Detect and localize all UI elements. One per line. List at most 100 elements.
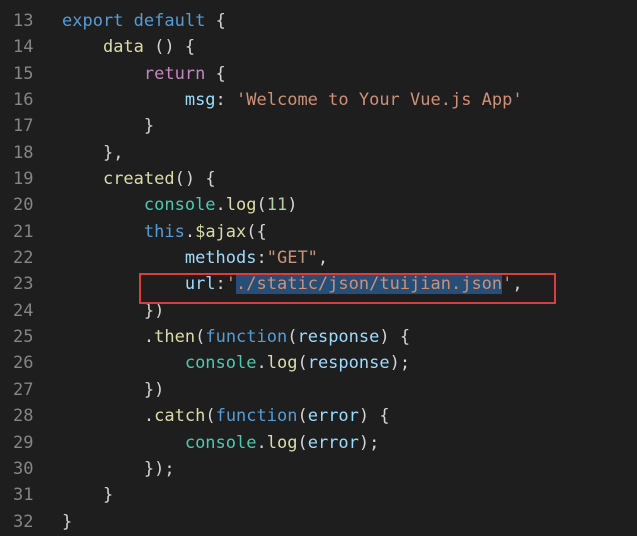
line-code: console.log(11) xyxy=(62,192,298,218)
line-code: url:'./static/json/tuijian.json', xyxy=(62,271,523,297)
code-token: : xyxy=(215,90,237,111)
code-token: , xyxy=(512,274,523,295)
code-token: ( xyxy=(287,327,298,348)
code-token: ) { xyxy=(379,327,411,348)
code-token: data xyxy=(102,37,144,58)
line-code: console.log(response); xyxy=(62,350,410,376)
code-line[interactable]: 18 }, xyxy=(0,140,637,166)
code-token: url xyxy=(184,274,216,295)
code-token: ' xyxy=(225,274,237,295)
code-token: created xyxy=(102,169,175,190)
code-token: () { xyxy=(174,169,216,190)
line-code: .catch(function(error) { xyxy=(62,403,390,429)
code-line[interactable]: 14 data () { xyxy=(0,34,637,60)
code-token: console xyxy=(143,195,216,216)
line-number: 22 xyxy=(13,248,34,269)
line-number: 21 xyxy=(13,221,34,242)
line-number: 27 xyxy=(13,379,34,400)
code-line[interactable]: 31 } xyxy=(0,482,637,508)
code-token: ( xyxy=(297,353,308,374)
code-line[interactable]: 32} xyxy=(0,509,637,535)
code-token: { xyxy=(205,11,226,31)
code-token: : xyxy=(256,248,267,269)
line-code: return { xyxy=(62,61,226,87)
code-token: log xyxy=(266,353,298,374)
line-number: 18 xyxy=(13,142,34,163)
line-code: export default { xyxy=(62,8,226,34)
code-line[interactable]: 28 .catch(function(error) { xyxy=(0,403,637,429)
code-line[interactable]: 30 }); xyxy=(0,456,637,482)
code-token: . xyxy=(143,327,155,348)
line-number: 19 xyxy=(13,169,34,190)
code-token: default xyxy=(133,11,206,31)
code-line[interactable]: 13 export default { xyxy=(0,8,637,34)
line-code: data () { xyxy=(62,34,195,60)
line-code: .then(function(response) { xyxy=(62,324,410,350)
line-code: }) xyxy=(62,377,164,403)
line-number: 23 xyxy=(13,274,34,295)
code-token: } xyxy=(102,485,114,506)
code-token: }) xyxy=(143,300,165,321)
line-code: } xyxy=(62,509,72,535)
code-line[interactable]: 24 }) xyxy=(0,298,637,324)
code-token: }); xyxy=(143,458,175,479)
code-token: response xyxy=(307,353,390,374)
line-code: created() { xyxy=(62,166,216,192)
line-number: 17 xyxy=(13,116,34,137)
code-line[interactable]: 26 console.log(response); xyxy=(0,350,637,376)
code-line[interactable]: 22 methods:"GET", xyxy=(0,245,637,271)
code-lines: 13 export default {14 data () {15 return … xyxy=(0,8,637,535)
code-line[interactable]: 25 .then(function(response) { xyxy=(0,324,637,350)
code-token: }) xyxy=(143,379,165,400)
code-token: : xyxy=(215,274,226,295)
line-number: 20 xyxy=(13,195,34,216)
code-token: msg xyxy=(184,90,216,111)
code-token: ); xyxy=(389,353,411,374)
line-code: } xyxy=(62,113,154,139)
line-code: }, xyxy=(62,140,123,166)
code-token: ( xyxy=(205,406,216,427)
line-number: 24 xyxy=(13,300,34,321)
code-token: console xyxy=(184,353,257,374)
code-token: { xyxy=(205,63,226,84)
code-token: ); xyxy=(358,432,380,453)
line-number: 15 xyxy=(13,63,34,84)
line-number: 14 xyxy=(13,37,34,58)
code-token: ) xyxy=(287,195,298,216)
line-code: }) xyxy=(62,298,164,324)
selected-text: ./static/json/tuijian.json xyxy=(236,274,503,295)
code-token: $ajax xyxy=(195,221,247,242)
line-number: 31 xyxy=(13,485,34,506)
line-code: } xyxy=(62,482,113,508)
code-line[interactable]: 27 }) xyxy=(0,377,637,403)
code-line[interactable]: 23 url:'./static/json/tuijian.json', xyxy=(0,271,637,297)
code-token: ) { xyxy=(358,406,390,427)
code-line[interactable]: 15 return { xyxy=(0,61,637,87)
line-number: 32 xyxy=(13,511,34,532)
line-code: this.$ajax({ xyxy=(62,219,267,245)
line-code: methods:"GET", xyxy=(62,245,328,271)
code-token: function xyxy=(205,327,288,348)
line-number: 30 xyxy=(13,458,34,479)
code-line[interactable]: 20 console.log(11) xyxy=(0,192,637,218)
code-token: function xyxy=(215,406,298,427)
code-line[interactable]: 21 this.$ajax({ xyxy=(0,219,637,245)
line-code: console.log(error); xyxy=(62,430,380,456)
code-token: 11 xyxy=(266,195,288,216)
code-line[interactable]: 16 msg: 'Welcome to Your Vue.js App' xyxy=(0,87,637,113)
code-token: console xyxy=(184,432,257,453)
code-editor[interactable]: 13 export default {14 data () {15 return … xyxy=(0,0,637,536)
code-token: log xyxy=(266,432,298,453)
code-token: response xyxy=(297,327,380,348)
code-token: ({ xyxy=(246,221,267,242)
code-token: return xyxy=(143,63,206,84)
code-token: }, xyxy=(102,142,124,163)
code-token: . xyxy=(256,432,267,453)
code-token: log xyxy=(225,195,257,216)
code-line[interactable]: 19 created() { xyxy=(0,166,637,192)
code-token: ( xyxy=(195,327,206,348)
code-token: , xyxy=(317,248,329,269)
code-line[interactable]: 29 console.log(error); xyxy=(0,430,637,456)
code-line[interactable]: 17 } xyxy=(0,113,637,139)
